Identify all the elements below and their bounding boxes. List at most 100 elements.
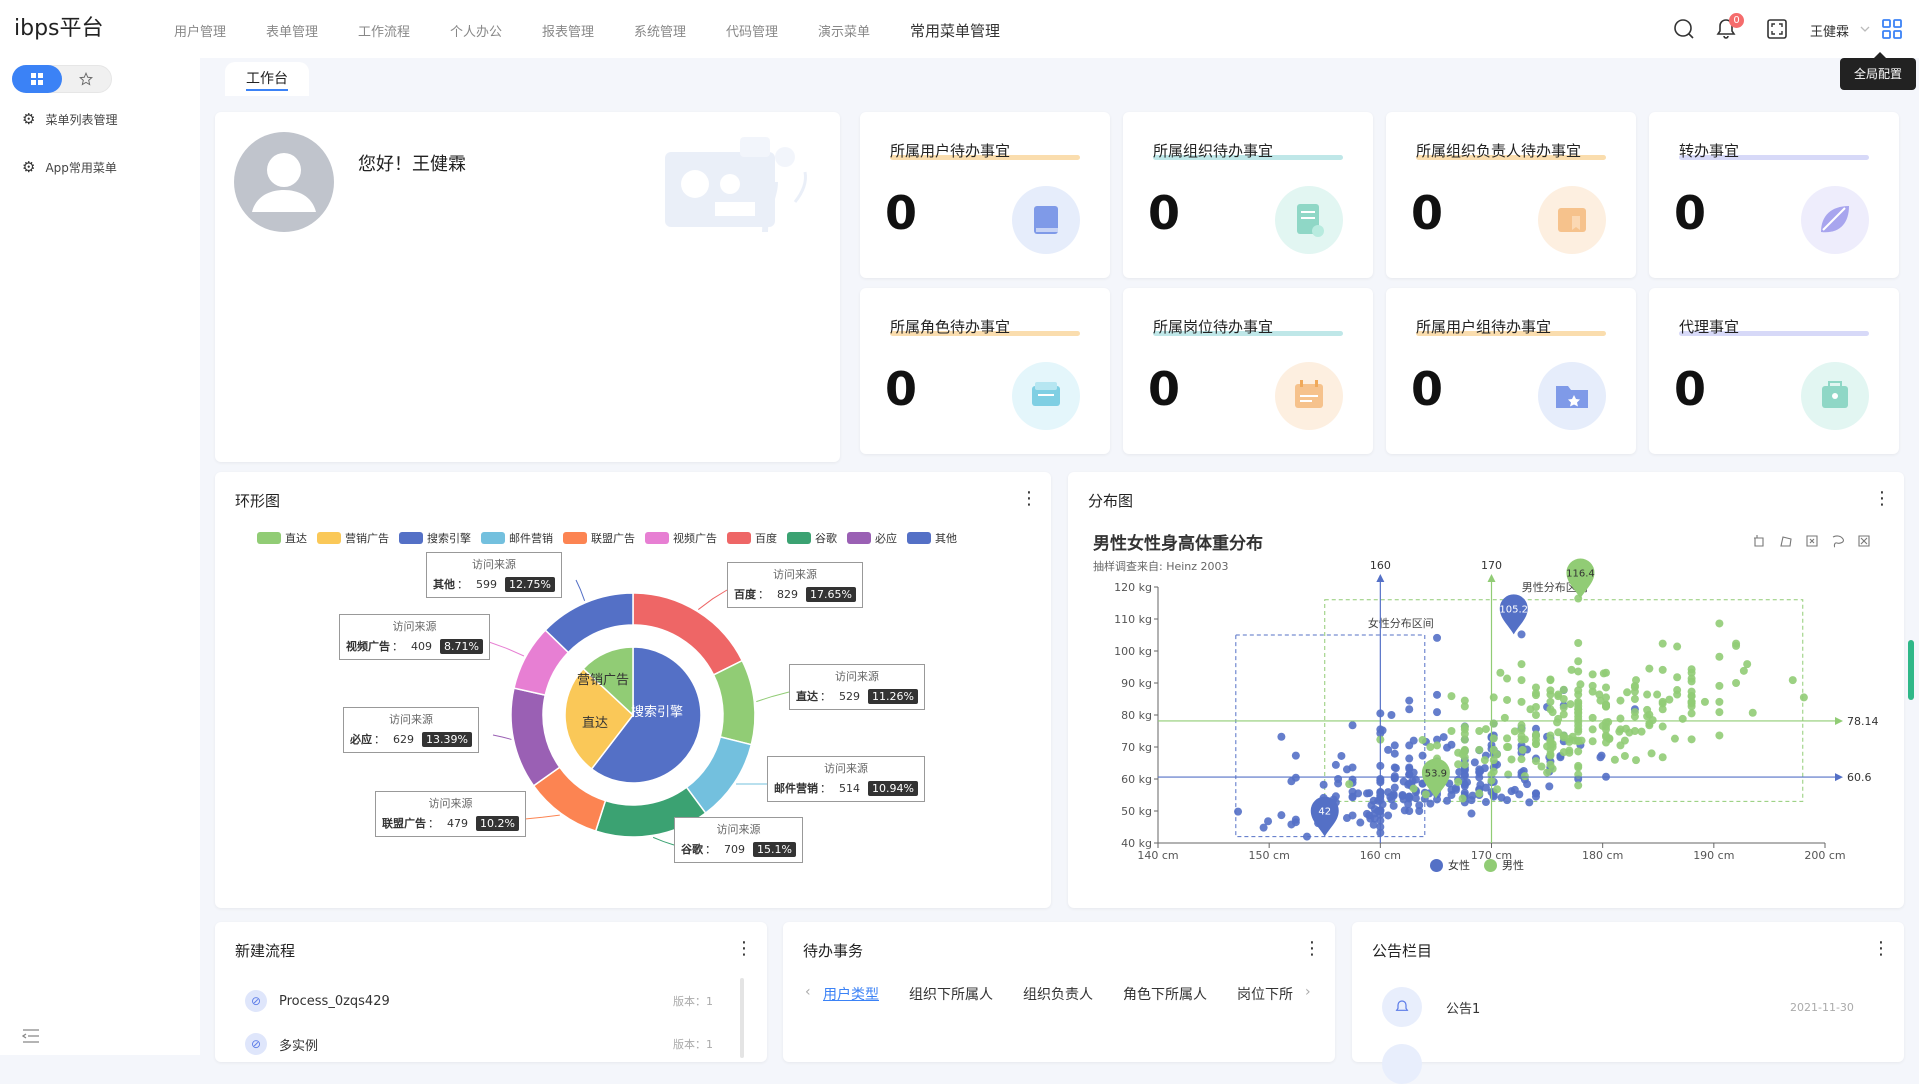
- female-point: [1482, 798, 1490, 806]
- fullscreen-icon[interactable]: [1765, 17, 1789, 41]
- note-icon: [1538, 186, 1606, 254]
- y-tick-label: 110 kg: [1114, 613, 1152, 626]
- male-point: [1538, 763, 1546, 771]
- female-point: [1363, 810, 1371, 818]
- male-point: [1532, 740, 1540, 748]
- document-icon: [1275, 186, 1343, 254]
- nav-item-report-management[interactable]: 报表管理: [542, 21, 594, 40]
- todo-title: 所属组织负责人待办事宜: [1416, 140, 1581, 161]
- nav-item-code-management[interactable]: 代码管理: [726, 21, 778, 40]
- male-point: [1715, 682, 1723, 690]
- male-point: [1560, 686, 1568, 694]
- sidebar: ⚙ 菜单列表管理 ⚙ App常用菜单: [0, 58, 200, 1055]
- nav-item-workflow[interactable]: 工作流程: [358, 21, 410, 40]
- x-tick-label: 180 cm: [1582, 849, 1623, 862]
- female-point: [1277, 811, 1285, 819]
- male-point: [1574, 747, 1582, 755]
- page-scrollbar-thumb[interactable]: [1908, 640, 1914, 700]
- star-icon[interactable]: [79, 72, 93, 86]
- todo-card[interactable]: 所属组织待办事宜0: [1123, 112, 1373, 278]
- app-logo[interactable]: ibps平台: [14, 10, 104, 42]
- nav-item-personal-office[interactable]: 个人办公: [450, 21, 502, 40]
- male-point: [1602, 669, 1610, 677]
- male-point: [1574, 657, 1582, 665]
- female-point: [1447, 791, 1455, 799]
- chevron-down-icon[interactable]: [1860, 25, 1870, 33]
- tab-user-type[interactable]: 用户类型: [823, 984, 879, 1004]
- user-name[interactable]: 王健霖: [1810, 21, 1849, 40]
- male-point: [1602, 693, 1610, 701]
- tab-post-members[interactable]: 岗位下所: [1237, 984, 1293, 1004]
- more-options-icon[interactable]: ⋮: [1872, 940, 1890, 958]
- male-point: [1602, 733, 1610, 741]
- more-options-icon[interactable]: ⋮: [1303, 940, 1321, 958]
- male-point: [1422, 790, 1430, 798]
- search-icon[interactable]: [1672, 17, 1696, 41]
- female-point: [1545, 782, 1553, 790]
- todo-count: 0: [885, 362, 917, 416]
- nav-item-system-management[interactable]: 系统管理: [634, 21, 686, 40]
- tab-workbench[interactable]: 工作台: [225, 62, 309, 96]
- top-bar: ibps平台 用户管理 表单管理 工作流程 个人办公 报表管理 系统管理 代码管…: [0, 0, 1919, 58]
- male-point: [1659, 640, 1667, 648]
- new-process-card: 新建流程 ⋮ ⊘ Process_0zqs429 版本：1 ⊘ 多实例 版本：1: [215, 922, 767, 1062]
- more-options-icon[interactable]: ⋮: [735, 940, 753, 958]
- tab-org-members[interactable]: 组织下所属人: [909, 984, 993, 1004]
- male-point: [1461, 761, 1469, 769]
- todo-card[interactable]: 所属用户组待办事宜0: [1386, 288, 1636, 454]
- female-point: [1292, 774, 1300, 782]
- chevron-right-icon[interactable]: ›: [1305, 984, 1311, 1000]
- male-point: [1645, 665, 1653, 673]
- male-point: [1493, 750, 1501, 758]
- male-point: [1589, 725, 1597, 733]
- male-point: [1546, 705, 1554, 713]
- notice-item-date: 2021-11-30: [1790, 1001, 1854, 1014]
- male-point: [1574, 737, 1582, 745]
- female-point: [1391, 763, 1399, 771]
- grid-settings-icon[interactable]: [1880, 17, 1904, 41]
- todo-card[interactable]: 所属用户待办事宜0: [860, 112, 1110, 278]
- scatter-chart: 140 cm150 cm160 cm170 cm180 cm190 cm200 …: [1068, 472, 1904, 908]
- list-item[interactable]: ⊘ 多实例: [245, 1033, 318, 1055]
- all-menus-button[interactable]: [12, 65, 62, 93]
- todo-card[interactable]: 转办事宜0: [1649, 112, 1899, 278]
- male-point: [1433, 741, 1441, 749]
- collapse-sidebar-icon[interactable]: [22, 1028, 40, 1044]
- male-point: [1643, 691, 1651, 699]
- female-point: [1264, 817, 1272, 825]
- todo-card[interactable]: 代理事宜0: [1649, 288, 1899, 454]
- todo-card[interactable]: 所属组织负责人待办事宜0: [1386, 112, 1636, 278]
- male-point: [1688, 709, 1696, 717]
- mark-point-label: 116.4: [1566, 569, 1595, 580]
- list-scrollbar[interactable]: [740, 978, 744, 1058]
- male-point: [1461, 753, 1469, 761]
- legend-item-male[interactable]: 男性: [1484, 857, 1524, 873]
- male-point: [1475, 789, 1483, 797]
- male-point: [1419, 736, 1427, 744]
- tab-org-leader[interactable]: 组织负责人: [1023, 984, 1093, 1004]
- male-point: [1648, 749, 1656, 757]
- male-point: [1546, 740, 1554, 748]
- nav-item-demo-menu[interactable]: 演示菜单: [818, 21, 870, 40]
- male-point: [1632, 756, 1640, 764]
- legend-item-female[interactable]: 女性: [1430, 857, 1470, 873]
- sidebar-item-app-menu[interactable]: ⚙ App常用菜单: [22, 158, 117, 176]
- notice-item-title[interactable]: 公告1: [1446, 998, 1480, 1017]
- nav-item-form-management[interactable]: 表单管理: [266, 21, 318, 40]
- todo-card[interactable]: 所属岗位待办事宜0: [1123, 288, 1373, 454]
- chevron-left-icon[interactable]: ‹: [805, 984, 811, 1000]
- nav-item-user-management[interactable]: 用户管理: [174, 21, 226, 40]
- pending-tasks-title: 待办事务: [803, 940, 863, 961]
- nav-item-common-menu[interactable]: 常用菜单管理: [910, 20, 1000, 41]
- female-point: [1405, 793, 1413, 801]
- inner-label: 营销广告: [577, 673, 629, 688]
- avatar[interactable]: [234, 132, 334, 232]
- ring-callout: 访问来源直达：52911.26%: [789, 664, 925, 710]
- todo-card[interactable]: 所属角色待办事宜0: [860, 288, 1110, 454]
- tab-role-members[interactable]: 角色下所属人: [1123, 984, 1207, 1004]
- male-point: [1493, 785, 1501, 793]
- sidebar-item-menu-list[interactable]: ⚙ 菜单列表管理: [22, 110, 117, 128]
- female-point: [1415, 801, 1423, 809]
- list-item[interactable]: ⊘ Process_0zqs429: [245, 990, 390, 1012]
- gear-icon: ⚙: [22, 158, 35, 176]
